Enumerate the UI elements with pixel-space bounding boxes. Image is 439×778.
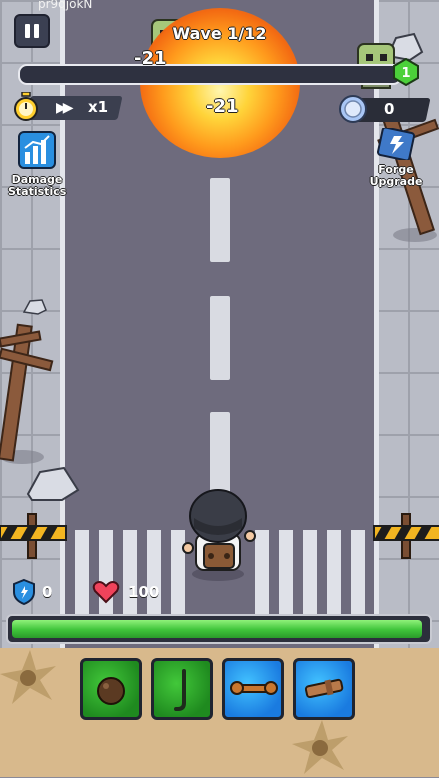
lane-marking [210, 178, 230, 262]
forge-book-icon [376, 126, 416, 162]
pipe-icon [304, 678, 344, 699]
shield-icon [13, 578, 35, 606]
shield-value: 0 [42, 583, 53, 601]
cannonball-icon [97, 677, 125, 705]
wave-counter: Wave 1/12 [172, 24, 267, 43]
damage-statistics-label: Damage Statistics [8, 173, 67, 198]
health-value: 100 [128, 583, 160, 601]
fast-forward-icon: ▶▶ [56, 100, 73, 116]
rock [26, 466, 80, 501]
skill-slot-wrench[interactable] [222, 658, 284, 720]
coin-counter: 0 [338, 94, 431, 124]
wave-progress-bar [18, 64, 402, 85]
speed-multiplier: x1 [88, 98, 109, 116]
player-id: pr9qjokN [38, 0, 93, 11]
rock [22, 299, 47, 315]
game-speed-control[interactable]: ▶▶ x1 [10, 92, 123, 124]
skill-slot-crowbar[interactable] [151, 658, 213, 720]
lane-marking [210, 412, 230, 496]
bullet-hole [292, 720, 348, 774]
damage-number: -21 [206, 96, 239, 117]
bar-chart-icon [18, 131, 56, 169]
crowbar-icon [174, 669, 186, 711]
damage-statistics-button[interactable]: Damage Statistics [8, 130, 66, 198]
coin-icon [339, 95, 367, 123]
utility-pole-left [0, 323, 54, 464]
skill-panel [0, 648, 439, 777]
bullet-hole [0, 650, 56, 704]
forge-upgrade-button[interactable]: Forge Upgrade [366, 126, 426, 188]
forge-upgrade-label: Forge Upgrade [369, 163, 423, 188]
lane-marking [210, 296, 230, 380]
wrench-icon [230, 681, 278, 695]
coin-value: 0 [384, 100, 395, 118]
wave-level-text: 1 [401, 66, 410, 81]
health-bar-fill [12, 620, 422, 638]
stopwatch-icon [14, 92, 38, 121]
heart-icon [92, 581, 120, 604]
health-bar [6, 614, 432, 644]
player-character[interactable] [178, 488, 264, 582]
skill-slot-cannonball[interactable] [80, 658, 142, 720]
skill-slot-pipe[interactable] [293, 658, 355, 720]
wave-level-badge: 1 [393, 58, 419, 86]
barricade-left [0, 513, 67, 559]
damage-number: -21 [134, 48, 167, 69]
barricade-right [373, 513, 439, 559]
